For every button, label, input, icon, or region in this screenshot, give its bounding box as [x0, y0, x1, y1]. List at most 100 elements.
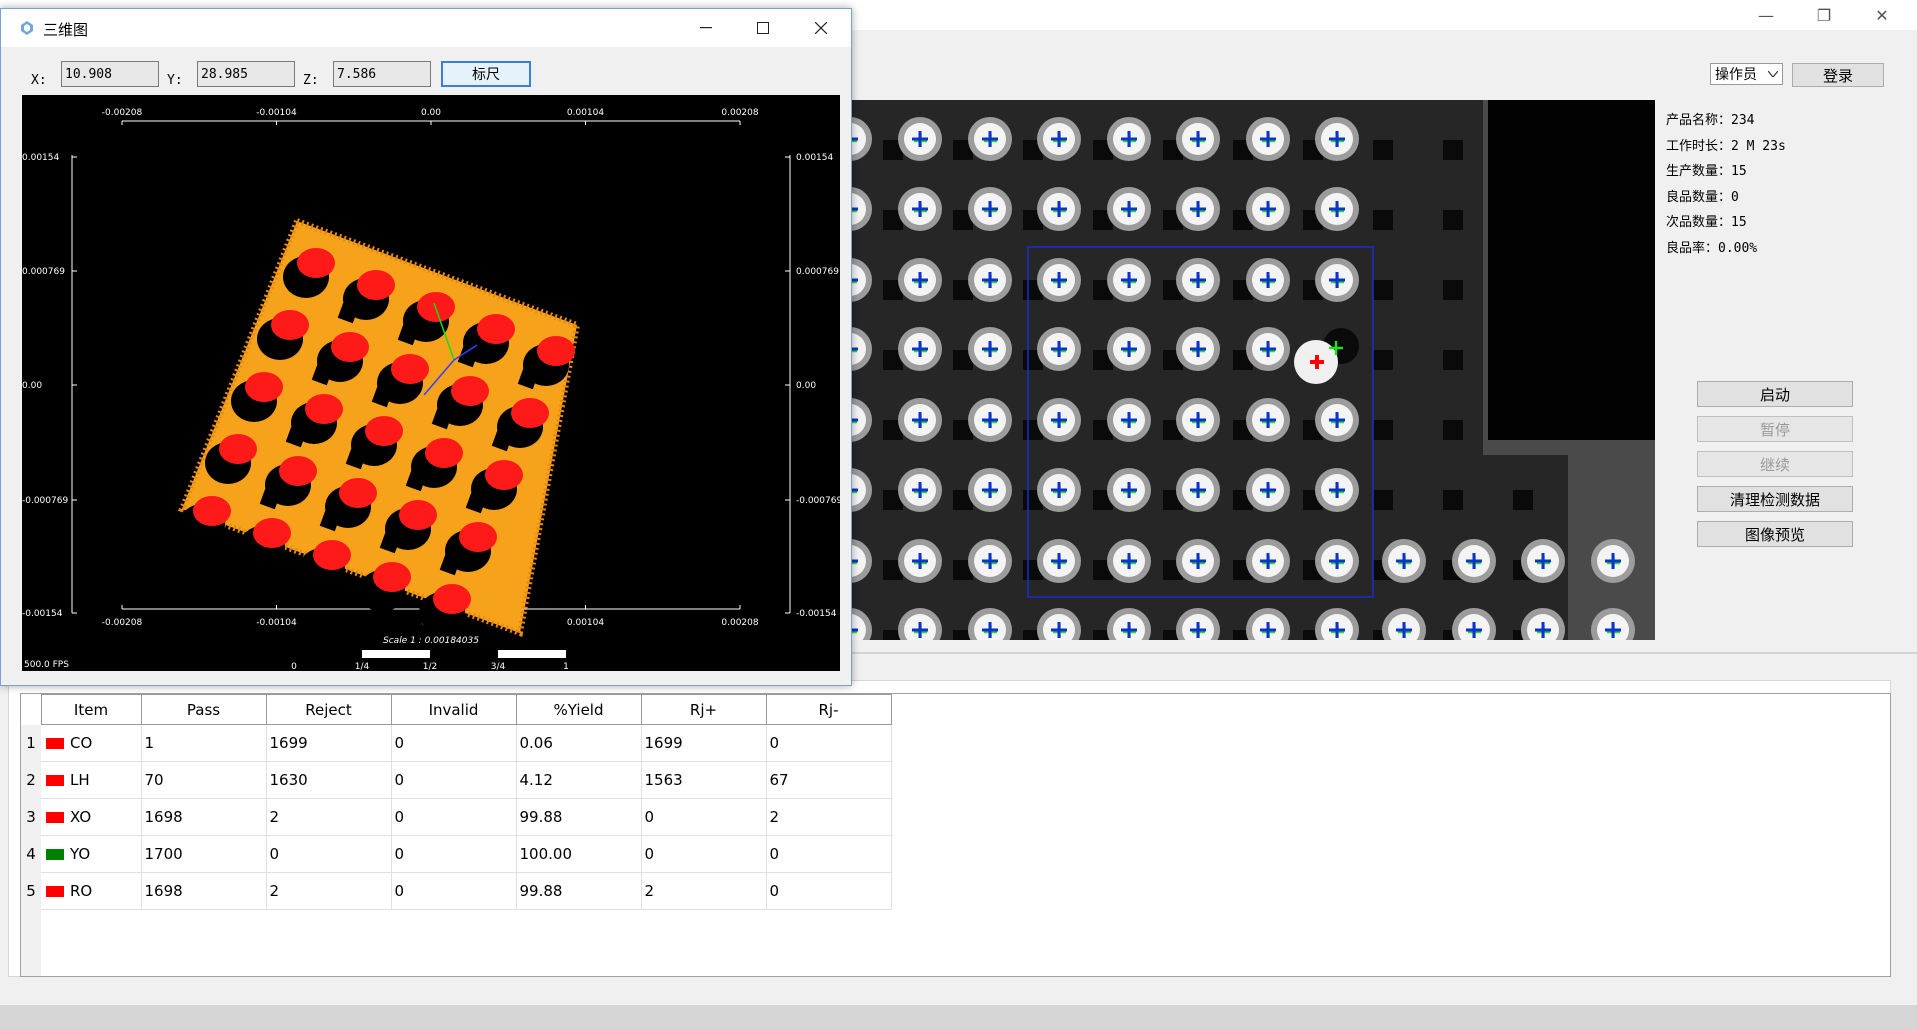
bump-dome [399, 500, 437, 530]
dialog-maximize-button[interactable] [735, 9, 791, 47]
continue-button[interactable]: 继续 [1697, 451, 1853, 477]
cell-invalid[interactable]: 0 [391, 724, 517, 762]
clear-data-button[interactable]: 清理检测数据 [1697, 486, 1853, 512]
cell-rj-plus[interactable]: 0 [641, 835, 767, 873]
cell-reject[interactable]: 0 [266, 835, 392, 873]
cell-pass[interactable]: 1 [141, 724, 267, 762]
restore-button[interactable]: ❐ [1796, 0, 1852, 30]
cell-item[interactable]: CO [41, 724, 142, 762]
table-header-row: Item Pass Reject Invalid %Yield Rj+ Rj- [21, 694, 892, 725]
cell-reject[interactable]: 1699 [266, 724, 392, 762]
cell-yield[interactable]: 4.12 [516, 761, 642, 799]
vertical-scrollbar[interactable] [1897, 680, 1914, 977]
bump-dome [219, 434, 257, 464]
right-tick-label: 0.00154 [796, 153, 833, 163]
image-preview-button[interactable]: 图像预览 [1697, 521, 1853, 547]
minimize-button[interactable]: — [1738, 0, 1794, 30]
row-index: 3 [21, 798, 41, 836]
solder-pad [1107, 327, 1151, 371]
bump-dome [297, 248, 335, 278]
pause-button[interactable]: 暂停 [1697, 416, 1853, 442]
z-field[interactable]: 7.586 [333, 61, 431, 87]
cell-rj-plus[interactable]: 1699 [641, 724, 767, 762]
cell-pass[interactable]: 1698 [141, 872, 267, 910]
dialog-title: 三维图 [43, 21, 89, 39]
login-button[interactable]: 登录 [1792, 63, 1884, 87]
cell-yield[interactable]: 99.88 [516, 872, 642, 910]
solder-pad [1521, 539, 1565, 583]
cell-yield[interactable]: 100.00 [516, 835, 642, 873]
solder-pad [1037, 327, 1081, 371]
camera-image-canvas [848, 100, 1655, 640]
cell-reject[interactable]: 2 [266, 798, 392, 836]
cell-item[interactable]: LH [41, 761, 142, 799]
cell-item[interactable]: YO [41, 835, 142, 873]
bump-dome [477, 314, 515, 344]
scale-tick-label: 0 [291, 662, 297, 671]
solder-pad [1315, 468, 1359, 512]
y-field[interactable]: 28.985 [197, 61, 295, 87]
cell-rj-minus[interactable]: 0 [766, 872, 892, 910]
cell-rj-plus[interactable]: 0 [641, 798, 767, 836]
dialog-close-button[interactable] [793, 9, 849, 47]
column-header-rj-minus[interactable]: Rj- [765, 694, 892, 725]
column-header-invalid[interactable]: Invalid [390, 694, 517, 725]
right-tick-label: -0.000769 [796, 496, 840, 506]
cell-rj-minus[interactable]: 0 [766, 835, 892, 873]
solder-pad [1246, 187, 1290, 231]
table-row[interactable]: 5 RO 1698 2 0 99.88 2 0 [21, 872, 892, 910]
ruler-button[interactable]: 标尺 [441, 61, 531, 87]
z-label: Z: [303, 73, 319, 88]
column-header-rj-plus[interactable]: Rj+ [640, 694, 767, 725]
splitter[interactable] [848, 652, 1917, 654]
cell-rj-plus[interactable]: 1563 [641, 761, 767, 799]
table-row[interactable]: 3 XO 1698 2 0 99.88 0 2 [21, 798, 892, 836]
cell-rj-plus[interactable]: 2 [641, 872, 767, 910]
cell-rj-minus[interactable]: 2 [766, 798, 892, 836]
column-header-item[interactable]: Item [40, 694, 142, 725]
cell-item[interactable]: RO [41, 872, 142, 910]
status-bar [0, 1005, 1917, 1030]
3d-viewport[interactable]: -0.00208 -0.00104 0.00 0.00104 0.00208 -0.00… [22, 95, 840, 671]
right-tick-label: -0.00154 [796, 609, 837, 619]
cell-rj-minus[interactable]: 0 [766, 724, 892, 762]
defect-marker [1294, 328, 1359, 384]
cell-pass[interactable]: 1698 [141, 798, 267, 836]
solder-pad [1382, 539, 1426, 583]
cell-item[interactable]: XO [41, 798, 142, 836]
table-row[interactable]: 2 LH 70 1630 0 4.12 1563 67 [21, 761, 892, 799]
cell-reject[interactable]: 1630 [266, 761, 392, 799]
solder-pad [1107, 187, 1151, 231]
cell-pass[interactable]: 1700 [141, 835, 267, 873]
bump-dome [193, 496, 231, 526]
table-row[interactable]: 4 YO 1700 0 0 100.00 0 0 [21, 835, 892, 873]
cell-rj-minus[interactable]: 67 [766, 761, 892, 799]
column-header-pass[interactable]: Pass [140, 694, 267, 725]
column-header-reject[interactable]: Reject [265, 694, 392, 725]
bump-dome [459, 522, 497, 552]
start-button[interactable]: 启动 [1697, 381, 1853, 407]
3d-point-cloud[interactable]: -0.00208 -0.00104 0.00 0.00104 0.00208 -0.00… [22, 95, 840, 671]
solder-pad [968, 117, 1012, 161]
dialog-title-bar[interactable]: 三维图 [1, 9, 851, 47]
solder-pad [1176, 258, 1220, 302]
cell-yield[interactable]: 0.06 [516, 724, 642, 762]
cell-invalid[interactable]: 0 [391, 872, 517, 910]
x-field[interactable]: 10.908 [61, 61, 159, 87]
right-tick-label: 0.000769 [796, 267, 839, 277]
bump-dome [373, 562, 411, 592]
cell-pass[interactable]: 70 [141, 761, 267, 799]
cell-reject[interactable]: 2 [266, 872, 392, 910]
close-button[interactable]: ✕ [1854, 0, 1910, 30]
cell-invalid[interactable]: 0 [391, 798, 517, 836]
cell-invalid[interactable]: 0 [391, 761, 517, 799]
left-tick-label: -0.000769 [22, 496, 68, 506]
dialog-minimize-button[interactable] [678, 9, 734, 47]
operator-select[interactable]: 操作员 [1710, 63, 1783, 85]
cell-yield[interactable]: 99.88 [516, 798, 642, 836]
cell-invalid[interactable]: 0 [391, 835, 517, 873]
left-tick-label: -0.00154 [22, 609, 63, 619]
column-header-yield[interactable]: %Yield [515, 694, 642, 725]
solder-pad [968, 398, 1012, 442]
table-row[interactable]: 1 CO 1 1699 0 0.06 1699 0 [21, 724, 892, 762]
